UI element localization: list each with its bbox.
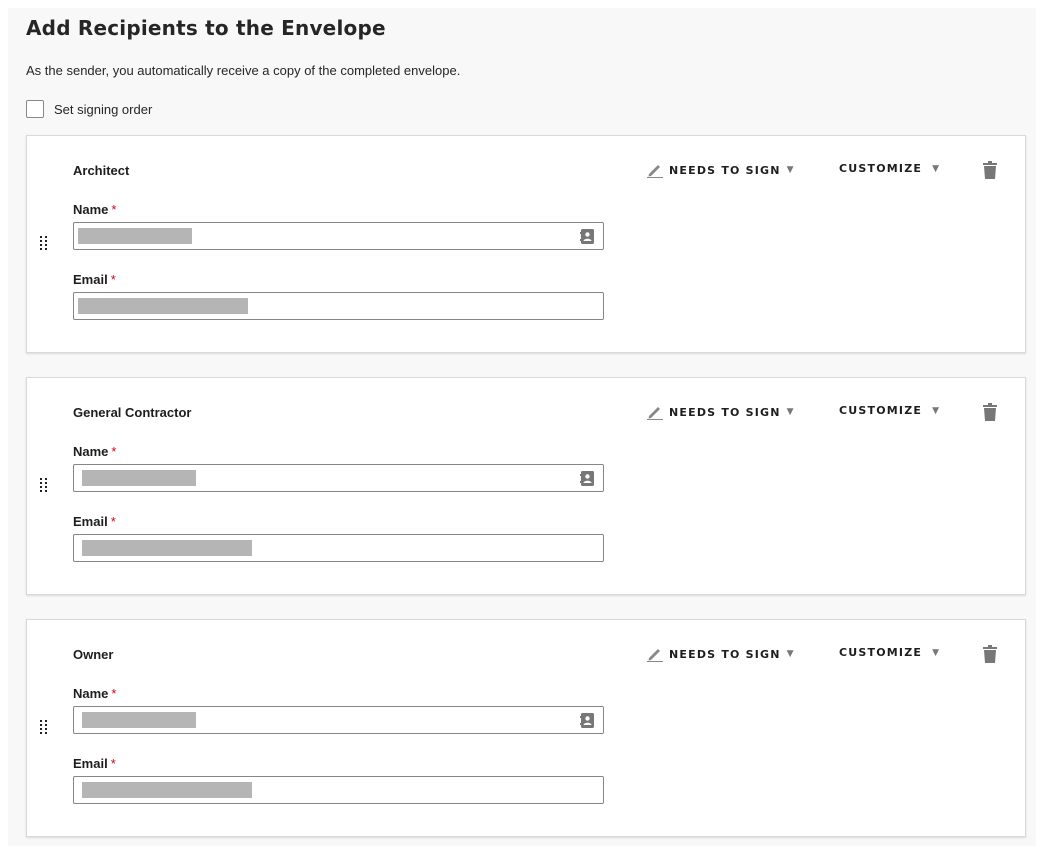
caret-down-icon: ▼ — [786, 165, 795, 175]
email-field-label: Email * — [73, 514, 116, 529]
customize-dropdown[interactable]: CUSTOMIZE ▼ — [839, 404, 940, 417]
recipient-role: Architect — [73, 163, 130, 178]
trash-icon[interactable] — [983, 161, 997, 179]
customize-label: CUSTOMIZE — [839, 646, 923, 659]
customize-label: CUSTOMIZE — [839, 404, 923, 417]
required-indicator: * — [111, 202, 117, 217]
action-label: NEEDS TO SIGN — [669, 163, 781, 177]
customize-dropdown[interactable]: CUSTOMIZE ▼ — [839, 646, 940, 659]
redacted-name-value — [82, 712, 196, 728]
recipient-role: General Contractor — [73, 405, 192, 420]
contact-card-icon[interactable] — [580, 713, 595, 728]
recipient-card-general-contractor: General Contractor NEEDS TO SIGN ▼ CUSTO… — [26, 377, 1026, 595]
name-input[interactable] — [73, 464, 604, 492]
name-field-label: Name * — [73, 202, 117, 217]
recipients-panel: Add Recipients to the Envelope As the se… — [8, 8, 1036, 846]
recipient-card-architect: Architect NEEDS TO SIGN ▼ CUSTOMIZE ▼ Na… — [26, 135, 1026, 353]
customize-dropdown[interactable]: CUSTOMIZE ▼ — [839, 162, 940, 175]
caret-down-icon: ▼ — [932, 405, 941, 416]
required-indicator: * — [110, 272, 116, 287]
caret-down-icon: ▼ — [932, 163, 941, 174]
needs-to-sign-dropdown[interactable]: NEEDS TO SIGN ▼ — [646, 162, 795, 178]
email-input[interactable] — [73, 776, 604, 804]
email-field-label: Email * — [73, 756, 116, 771]
email-field-label: Email * — [73, 272, 116, 287]
needs-to-sign-dropdown[interactable]: NEEDS TO SIGN ▼ — [646, 646, 795, 662]
caret-down-icon: ▼ — [786, 649, 795, 659]
name-input[interactable] — [73, 706, 604, 734]
drag-handle-icon[interactable] — [40, 720, 50, 734]
pen-icon — [647, 649, 663, 662]
required-indicator: * — [110, 756, 116, 771]
pen-icon — [647, 407, 663, 420]
needs-to-sign-dropdown[interactable]: NEEDS TO SIGN ▼ — [646, 404, 795, 420]
recipient-card-owner: Owner NEEDS TO SIGN ▼ CUSTOMIZE ▼ Name* — [26, 619, 1026, 837]
name-field-label: Name * — [73, 444, 117, 459]
required-indicator: * — [110, 514, 116, 529]
caret-down-icon: ▼ — [932, 647, 941, 658]
action-label: NEEDS TO SIGN — [669, 647, 781, 661]
name-field-label: Name * — [73, 686, 117, 701]
set-signing-order-toggle[interactable]: Set signing order — [26, 100, 152, 118]
redacted-name-value — [82, 470, 196, 486]
redacted-email-value — [78, 298, 248, 314]
trash-icon[interactable] — [983, 403, 997, 421]
customize-label: CUSTOMIZE — [839, 162, 923, 175]
page-title: Add Recipients to the Envelope — [26, 16, 386, 40]
trash-icon[interactable] — [983, 645, 997, 663]
email-input[interactable] — [73, 534, 604, 562]
drag-handle-icon[interactable] — [40, 236, 50, 250]
pen-icon — [647, 165, 663, 178]
name-input[interactable] — [73, 222, 604, 250]
signing-order-label: Set signing order — [54, 101, 153, 117]
recipient-role: Owner — [73, 647, 114, 662]
email-input[interactable] — [73, 292, 604, 320]
contact-card-icon[interactable] — [580, 471, 595, 486]
caret-down-icon: ▼ — [786, 407, 795, 417]
action-label: NEEDS TO SIGN — [669, 405, 781, 419]
redacted-email-value — [82, 540, 252, 556]
contact-card-icon[interactable] — [580, 229, 595, 244]
redacted-email-value — [82, 782, 252, 798]
page-subtitle: As the sender, you automatically receive… — [26, 63, 461, 78]
drag-handle-icon[interactable] — [40, 478, 50, 492]
signing-order-checkbox[interactable] — [26, 100, 44, 118]
required-indicator: * — [111, 686, 117, 701]
redacted-name-value — [78, 228, 192, 244]
required-indicator: * — [111, 444, 117, 459]
